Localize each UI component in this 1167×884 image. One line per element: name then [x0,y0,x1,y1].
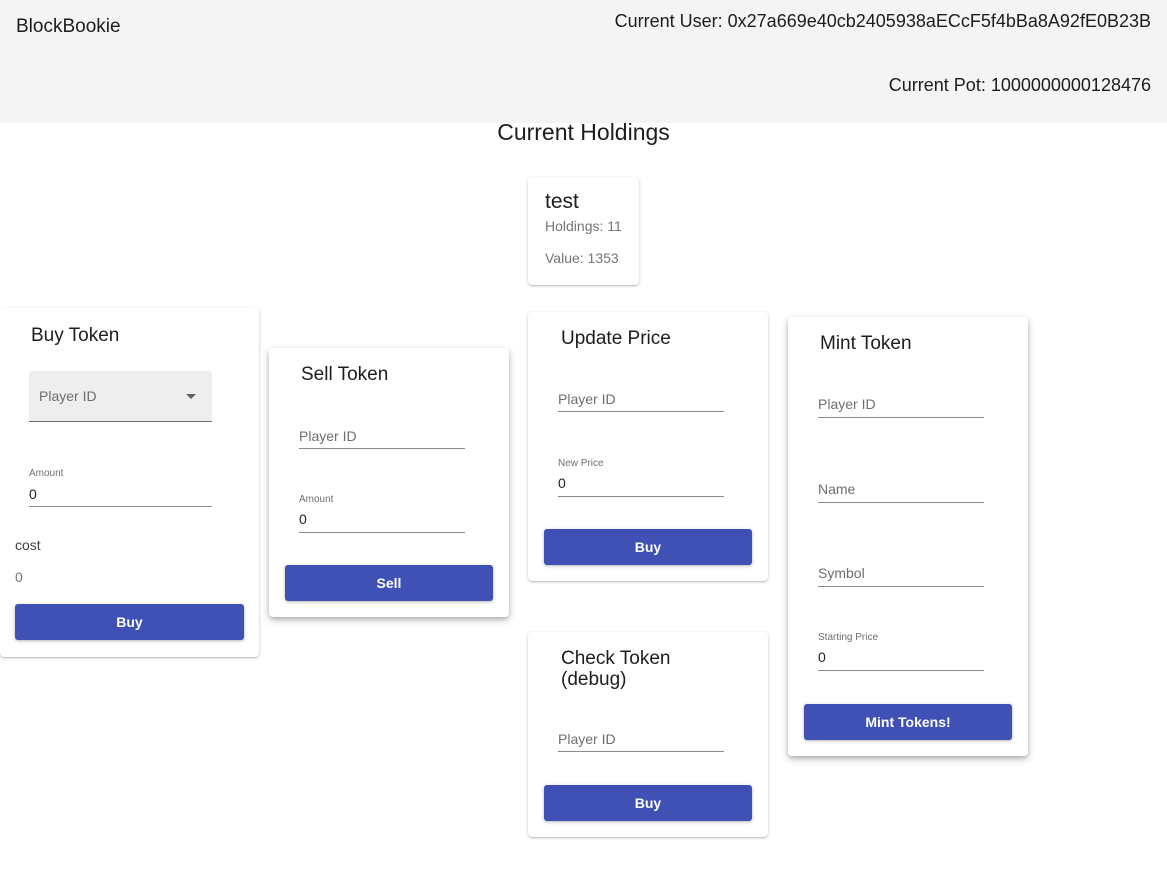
player-id-placeholder: Player ID [299,428,357,444]
amount-field[interactable]: Amount 0 [299,492,465,534]
starting-price-value: 0 [818,649,826,665]
mint-token-title: Mint Token [820,333,912,354]
new-price-value: 0 [558,475,566,491]
amount-label: Amount [29,468,64,479]
player-id-underline [558,411,724,412]
starting-price-label: Starting Price [818,632,879,643]
player-id-placeholder: Player ID [818,396,876,412]
player-id-field[interactable]: Player ID [558,730,724,754]
cost-value: 0 [15,569,23,585]
sell-token-title: Sell Token [301,364,389,385]
player-id-placeholder: Player ID [558,391,616,407]
player-id-underline [558,751,724,752]
check-token-title-line2: (debug) [561,669,627,690]
new-price-label: New Price [558,458,604,469]
amount-field[interactable]: Amount 0 [29,466,212,508]
player-id-field[interactable]: Player ID [299,426,465,450]
symbol-underline [818,586,984,587]
new-price-field[interactable]: New Price 0 [558,456,724,498]
buy-token-title: Buy Token [31,325,120,346]
amount-underline [29,506,212,507]
arrow-drop-down-icon [186,394,196,399]
amount-underline [299,532,465,533]
starting-price-underline [818,670,984,671]
amount-value: 0 [299,511,307,527]
amount-label: Amount [299,494,334,505]
brand-title: BlockBookie [16,16,121,37]
player-id-placeholder: Player ID [558,731,616,747]
name-underline [818,502,984,503]
name-field[interactable]: Name [818,480,984,504]
holdings-title: Current Holdings [497,119,670,145]
player-id-select-placeholder: Player ID [39,388,97,404]
current-pot: Current Pot: 1000000000128476 [888,75,1151,95]
player-id-field[interactable]: Player ID [818,395,984,419]
cost-label: cost [15,537,41,553]
update-price-title: Update Price [561,328,671,349]
holding-card: test Holdings: 11 Value: 1353 [528,177,639,285]
check-token-title-line1: Check Token [561,648,671,669]
buy-token-card: Buy Token Player ID Amount 0 cost 0 Buy [0,308,259,657]
new-price-underline [558,496,724,497]
sell-button[interactable]: Sell [285,565,493,601]
check-token-title: Check Token (debug) [561,648,671,690]
holding-name: test [545,190,579,213]
check-token-card: Check Token (debug) Player ID Buy [528,632,768,837]
player-id-underline [818,417,984,418]
update-price-card: Update Price Player ID New Price 0 Buy [528,312,768,581]
symbol-placeholder: Symbol [818,565,865,581]
sell-token-card: Sell Token Player ID Amount 0 Sell [269,348,509,617]
player-id-underline [299,448,465,449]
player-id-select[interactable]: Player ID [29,371,212,422]
holding-amount: Holdings: 11 [545,218,622,234]
app-bar: BlockBookie Current User: 0x27a669e40cb2… [0,0,1167,123]
player-id-field[interactable]: Player ID [558,390,724,414]
name-placeholder: Name [818,481,856,497]
mint-tokens-button[interactable]: Mint Tokens! [804,704,1012,740]
buy-button[interactable]: Buy [15,604,244,640]
current-user: Current User: 0x27a669e40cb2405938aECcF5… [614,11,1151,31]
starting-price-field[interactable]: Starting Price 0 [818,630,984,672]
check-token-button[interactable]: Buy [544,785,752,821]
symbol-field[interactable]: Symbol [818,564,984,588]
holding-value: Value: 1353 [545,250,619,266]
update-price-button[interactable]: Buy [544,529,752,565]
amount-value: 0 [29,486,37,502]
mint-token-card: Mint Token Player ID Name Symbol Startin… [788,317,1028,756]
